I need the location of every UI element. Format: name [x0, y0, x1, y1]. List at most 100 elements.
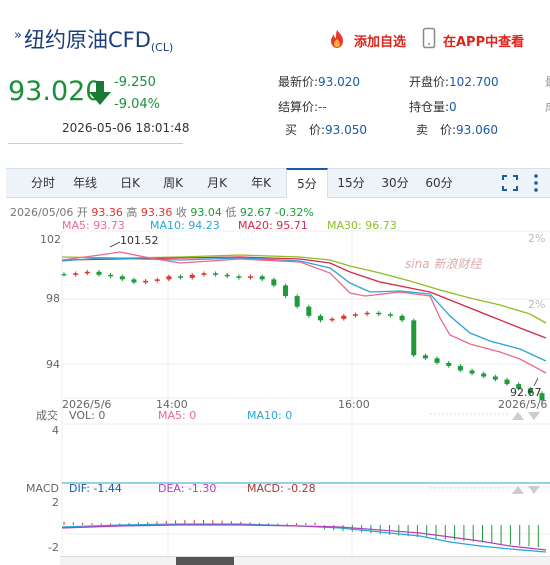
open-price-value: 102.700 — [449, 75, 499, 89]
candles — [61, 269, 545, 403]
ohlc-change-pct: -0.32% — [274, 206, 314, 219]
bid-price-label: 买 价: — [285, 123, 326, 137]
ohlc-low: 92.67 — [239, 206, 272, 219]
candle-body — [376, 312, 382, 315]
ask-price-label: 卖 价: — [416, 123, 457, 137]
ohlc-close-label: 收 — [175, 206, 187, 219]
x-tick-end: 2026/5/6 — [498, 398, 547, 411]
tab-30min[interactable]: 30分 — [380, 169, 410, 197]
candle-body — [73, 273, 79, 275]
ohlc-open: 93.36 — [91, 206, 123, 219]
candle-body — [399, 315, 405, 321]
candle-body — [236, 276, 242, 278]
y-tick-102: 102 — [40, 233, 61, 246]
candle-body — [178, 276, 184, 278]
latest-price-label: 最新价: — [278, 75, 319, 89]
open-interest-value: 0 — [449, 100, 457, 114]
candle-body — [61, 274, 67, 276]
candle-body — [341, 315, 347, 319]
tab-yearly-k[interactable]: 年K — [246, 169, 276, 197]
candle-body — [492, 376, 498, 380]
volume-legend: 成交 VOL: 0 MA5: 0 MA10: 0 4 — [36, 408, 292, 437]
candle-body — [131, 279, 137, 283]
fullscreen-icon[interactable] — [502, 175, 518, 191]
tab-daily-k[interactable]: 日K — [115, 169, 145, 197]
candle-body — [411, 320, 417, 356]
candle-body — [352, 314, 358, 316]
period-tabs: 分时 年线 日K 周K 月K 年K 5分 15分 30分 60分 — [6, 168, 550, 198]
candle-body — [422, 355, 428, 359]
instrument-title: »纽约原油CFD(CL) — [14, 24, 173, 54]
truncated-field: 最 — [545, 73, 550, 90]
ohlc-date: 2026/05/06 — [10, 206, 74, 219]
pct-tick-mid: 2% — [528, 298, 545, 311]
candle-body — [434, 358, 440, 363]
kline-chart[interactable]: 102 98 94 2% 2% sina 新浪财经 101.52 92.67 2… — [0, 228, 550, 564]
tab-60min[interactable]: 60分 — [424, 169, 454, 197]
volume-tick: 4 — [52, 424, 59, 437]
candle-body — [271, 279, 277, 286]
candle-body — [84, 271, 90, 274]
y-tick-98: 98 — [46, 292, 60, 305]
bid-price-value: 93.050 — [325, 123, 368, 137]
tab-monthly-k[interactable]: 月K — [202, 169, 232, 197]
latest-price-value: 93.020 — [318, 75, 361, 89]
settle-price-value: -- — [318, 100, 327, 114]
macd-tick-bottom: -2 — [48, 541, 59, 554]
ask-price-field: 卖 价:93.060 — [416, 121, 498, 138]
volume-vol: VOL: 0 — [69, 409, 105, 422]
candle-body — [283, 285, 289, 297]
bid-price-field: 买 价:93.050 — [285, 121, 367, 138]
candle-body — [457, 365, 463, 371]
candle-body — [259, 276, 265, 280]
tab-5min[interactable]: 5分 — [286, 168, 328, 198]
candle-body — [481, 373, 487, 377]
macd-tick-top: 2 — [52, 496, 59, 509]
candle-body — [248, 276, 254, 278]
truncated-field-2: 成 — [545, 98, 550, 115]
change-percent: -9.04% — [114, 97, 160, 112]
candle-body — [387, 314, 393, 316]
candle-body — [154, 279, 160, 281]
instrument-name: 纽约原油CFD — [23, 28, 151, 52]
tab-weekly-k[interactable]: 周K — [158, 169, 188, 197]
tab-timeshare[interactable]: 分时 — [26, 169, 60, 197]
phone-icon — [422, 27, 436, 49]
ohlc-line: 2026/05/06 开 93.36 高 93.36 收 93.04 低 92.… — [10, 204, 314, 220]
macd-legend: MACD DIF: -1.44 DEA: -1.30 MACD: -0.28 2… — [26, 482, 316, 554]
candle-body — [294, 296, 300, 307]
volume-collapse-arrows[interactable] — [512, 412, 540, 420]
settle-price-field: 结算价:-- — [278, 98, 327, 115]
candle-body — [213, 273, 219, 275]
macd-dea: DEA: -1.30 — [158, 482, 216, 495]
ohlc-high: 93.36 — [140, 206, 173, 219]
open-price-field: 开盘价:102.700 — [409, 73, 499, 90]
candle-body — [329, 318, 335, 321]
candle-body — [166, 276, 172, 280]
candle-body — [108, 274, 114, 277]
candle-body — [119, 276, 125, 280]
open-interest-label: 持仓量: — [409, 100, 450, 114]
candle-body — [143, 280, 149, 283]
tab-year-line[interactable]: 年线 — [68, 169, 102, 197]
tab-15min[interactable]: 15分 — [336, 169, 366, 197]
pct-tick-top: 2% — [528, 232, 545, 245]
macd-dif: DIF: -1.44 — [69, 482, 122, 495]
settle-price-label: 结算价: — [278, 100, 319, 114]
ohlc-high-label: 高 — [126, 206, 138, 219]
instrument-code: (CL) — [150, 41, 174, 54]
double-chevron-icon: » — [14, 28, 22, 43]
volume-ma5: MA5: 0 — [158, 409, 196, 422]
candle-body — [469, 370, 475, 374]
latest-price-field: 最新价:93.020 — [278, 73, 360, 90]
down-arrow-icon — [89, 81, 111, 105]
candle-body — [306, 306, 312, 316]
ohlc-close: 93.04 — [190, 206, 222, 219]
more-menu-icon[interactable] — [532, 173, 540, 193]
add-watch-label: 添加自选 — [354, 35, 407, 50]
y-tick-94: 94 — [46, 358, 60, 371]
candle-body — [201, 273, 207, 275]
high-mark: 101.52 — [120, 234, 159, 247]
view-in-app-label: 在APP中查看 — [443, 35, 525, 50]
macd-label: MACD — [26, 482, 59, 495]
